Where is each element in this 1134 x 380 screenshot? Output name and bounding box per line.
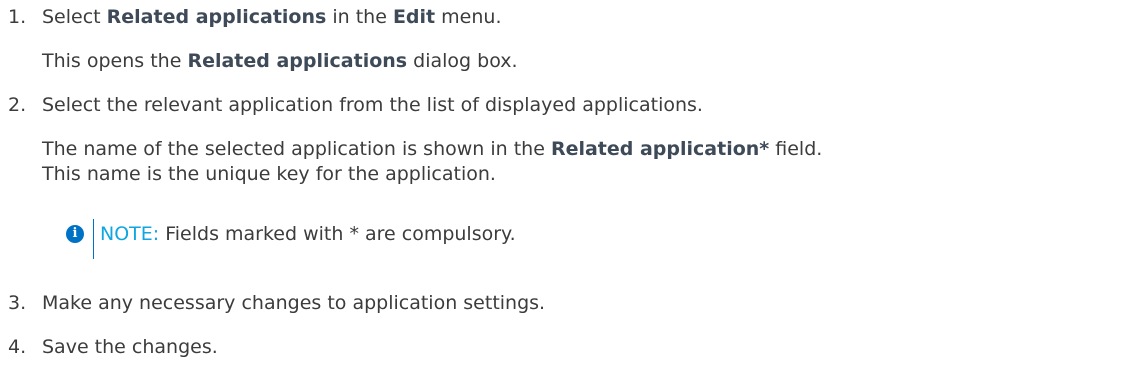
step-number: 2. [8, 94, 27, 116]
note-label: NOTE: [100, 223, 160, 245]
step-text: Save the changes. [42, 336, 218, 358]
step-2-result-line-2: This name is the unique key for the appl… [42, 163, 496, 185]
info-icon: i [66, 225, 84, 243]
step-number: 1. [8, 6, 27, 28]
procedure-steps: 1. Select Related applications in the Ed… [0, 0, 1134, 380]
step-text: Select the relevant application from the… [42, 94, 703, 116]
step-text: Make any necessary changes to applicatio… [42, 292, 546, 314]
step-number: 4. [8, 336, 27, 358]
step-number: 3. [8, 292, 27, 314]
step-1-result: This opens the Related applications dial… [42, 50, 518, 72]
note-text: NOTE: Fields marked with * are compulsor… [100, 223, 516, 245]
note-divider [93, 219, 94, 259]
step-2-result: The name of the selected application is … [42, 138, 823, 160]
step-text: Select Related applications in the Edit … [42, 6, 502, 28]
